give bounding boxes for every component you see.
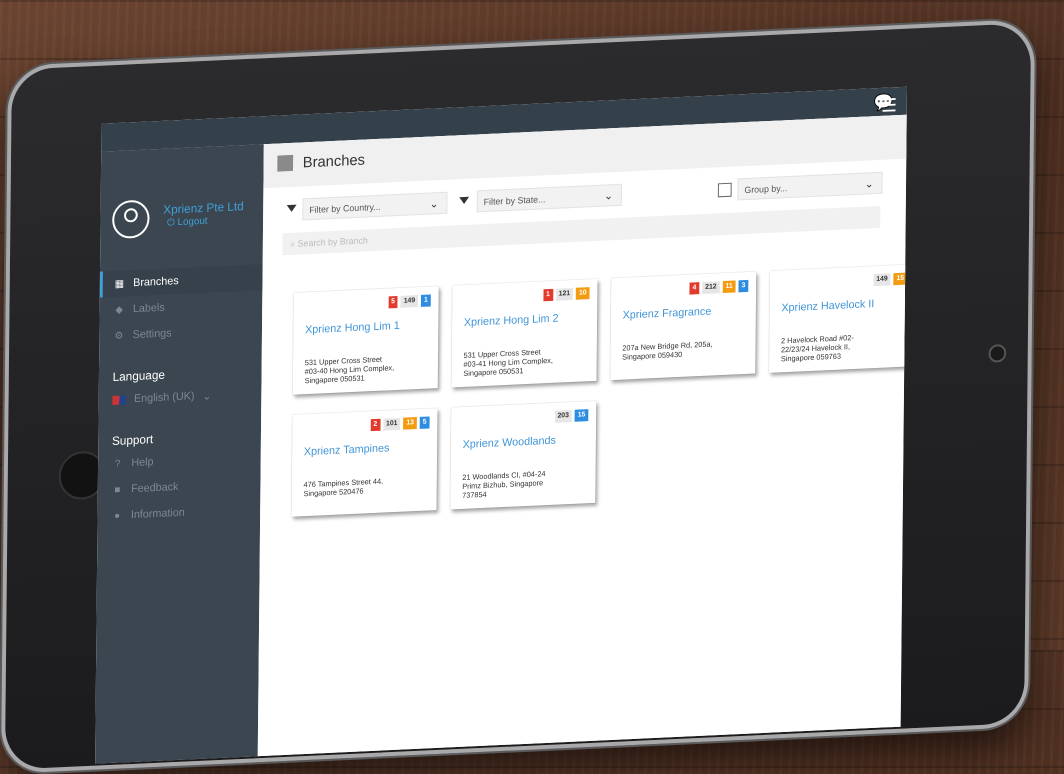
status-badge: 13	[403, 417, 417, 430]
language-value: English (UK)	[133, 390, 195, 406]
branch-card[interactable]: 203 15 Xprienz Woodlands 21 Woodlands CI…	[450, 400, 597, 510]
branch-name[interactable]: Xprienz Woodlands	[463, 435, 556, 451]
main-content: ☰ Branches Filter by Country... ⌄ Filter…	[257, 95, 908, 764]
groupby-placeholder: Group by...	[744, 183, 788, 196]
search-placeholder: ⌕ Search by Branch	[290, 235, 368, 249]
status-badge: 11	[722, 280, 736, 294]
company-name: Xprienz Pte Ltd	[163, 199, 244, 217]
badge-group: 4 212 11 3	[689, 279, 749, 295]
chevron-down-icon: ⌄	[429, 198, 439, 211]
sidebar-nav: ▦ Branches ◆ Labels ⚙ Settings Language …	[97, 264, 263, 529]
sidebar-item-label: Settings	[132, 327, 172, 342]
badge-group: 149 15	[873, 272, 908, 287]
country-filter-select[interactable]: Filter by Country... ⌄	[302, 191, 448, 221]
branch-name[interactable]: Xprienz Fragrance	[623, 306, 712, 322]
sidebar-item-label: Information	[130, 506, 185, 522]
sidebar-item-label: Help	[131, 456, 154, 470]
branch-card[interactable]: 2 101 13 5 Xprienz Tampines 476 Tampines…	[291, 408, 438, 517]
branch-address: 531 Upper Cross Street #03-41 Hong Lim C…	[463, 347, 553, 378]
user-avatar-icon	[112, 199, 150, 240]
tag-icon: ◆	[115, 304, 124, 316]
status-badge: 1	[421, 294, 431, 307]
status-badge: 121	[555, 287, 574, 301]
state-filter-placeholder: Filter by State...	[483, 194, 546, 208]
state-filter-select[interactable]: Filter by State... ⌄	[476, 183, 622, 213]
info-icon: ●	[114, 510, 121, 522]
filter-icon	[286, 204, 297, 213]
status-badge: 4	[689, 282, 700, 295]
status-badge: 15	[574, 409, 589, 422]
page-title: Branches	[302, 151, 366, 172]
sidebar-item-label: Branches	[133, 275, 179, 290]
question-icon: ?	[114, 458, 121, 470]
status-badge: 1	[543, 288, 553, 302]
branch-card[interactable]: 149 15 Xprienz Havelock II 2 Havelock Ro…	[768, 264, 908, 373]
status-badge: 212	[702, 281, 720, 295]
badge-group: 5 149 1	[388, 294, 431, 309]
status-badge: 15	[893, 272, 908, 286]
status-badge: 2	[370, 418, 381, 432]
building-icon	[277, 154, 294, 172]
chevron-down-icon: ⌄	[864, 178, 874, 191]
branch-name[interactable]: Xprienz Hong Lim 1	[305, 320, 400, 336]
gear-icon: ⚙	[114, 330, 124, 342]
status-badge: 149	[873, 273, 891, 287]
branch-card[interactable]: 5 149 1 Xprienz Hong Lim 1 531 Upper Cro…	[292, 286, 439, 395]
branch-address: 207a New Bridge Rd, 205a, Singapore 0594…	[622, 339, 713, 362]
list-view-icon[interactable]: ☰	[881, 95, 897, 117]
sidebar: Xprienz Pte Ltd ⏻ Logout ▦ Branches ◆ La…	[95, 144, 264, 764]
branch-name[interactable]: Xprienz Hong Lim 2	[464, 313, 559, 329]
chevron-down-icon: ⌄	[202, 390, 212, 403]
camera-icon	[988, 344, 1007, 363]
branch-address: 21 Woodlands CI, #04-24 Primz Bizhub, Si…	[462, 469, 546, 500]
comment-icon: ■	[114, 484, 121, 496]
status-badge: 10	[575, 287, 590, 300]
branch-card[interactable]: 4 212 11 3 Xprienz Fragrance 207a New Br…	[610, 271, 757, 381]
status-badge: 5	[419, 416, 430, 429]
sidebar-item-label: Labels	[132, 301, 165, 316]
status-badge: 203	[554, 409, 572, 423]
tablet-frame: 💬 Xprienz Pte Ltd ⏻ Logout ▦ Branches ◆ …	[0, 18, 1036, 774]
status-badge: 101	[383, 417, 401, 431]
logout-link[interactable]: ⏻ Logout	[167, 216, 208, 229]
branch-name[interactable]: Xprienz Havelock II	[781, 298, 874, 314]
sidebar-item-label: Feedback	[131, 480, 179, 496]
badge-group: 1 121 10	[543, 287, 590, 302]
building-icon: ▦	[114, 278, 125, 290]
group-icon	[717, 182, 732, 198]
country-filter-placeholder: Filter by Country...	[309, 201, 381, 216]
badge-group: 203 15	[554, 409, 589, 423]
chevron-down-icon: ⌄	[603, 190, 614, 203]
badge-group: 2 101 13 5	[370, 416, 430, 432]
app-screen: 💬 Xprienz Pte Ltd ⏻ Logout ▦ Branches ◆ …	[95, 86, 908, 764]
branch-address: 531 Upper Cross Street #03-40 Hong Lim C…	[304, 354, 395, 386]
status-badge: 5	[388, 295, 398, 309]
status-badge: 149	[400, 295, 419, 308]
filter-icon	[459, 196, 470, 205]
status-badge: 3	[738, 279, 749, 293]
branch-name[interactable]: Xprienz Tampines	[304, 442, 390, 458]
branch-address: 476 Tampines Street 44, Singapore 520476	[303, 476, 384, 499]
uk-flag-icon	[112, 394, 127, 405]
branch-card[interactable]: 1 121 10 Xprienz Hong Lim 2 531 Upper Cr…	[451, 278, 598, 388]
branch-address: 2 Havelock Road #02- 22/23/24 Havelock I…	[780, 333, 854, 364]
groupby-select[interactable]: Group by... ⌄	[737, 171, 883, 201]
